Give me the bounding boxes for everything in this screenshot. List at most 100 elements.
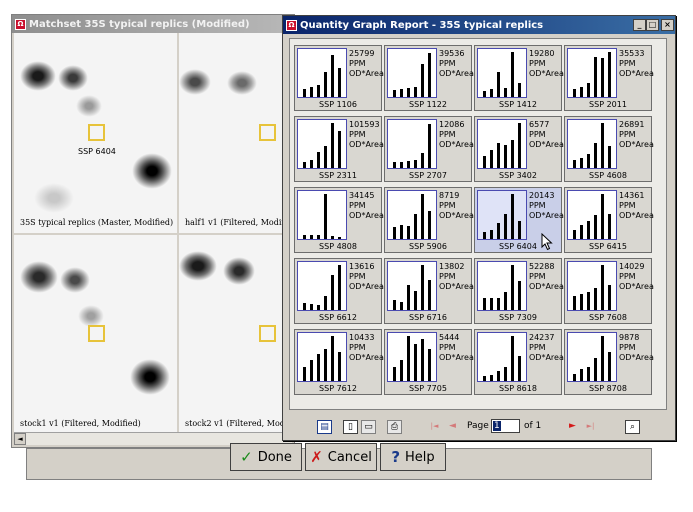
gel-spot [34, 183, 74, 213]
gel-pane-stock2[interactable]: stock2 v1 (Filtered, Modified [179, 235, 295, 433]
graph-cell[interactable]: 5444 PPM OD*Area SSP 7705 [384, 329, 474, 395]
scroll-left-arrow[interactable]: ◄ [14, 433, 26, 445]
graph-bar [490, 150, 493, 168]
graph-bar [393, 227, 396, 239]
graph-cell[interactable]: 9878 PPM OD*Area SSP 8708 [564, 329, 654, 395]
graph-bar [407, 88, 410, 97]
graph-bar [580, 158, 583, 168]
printer-icon[interactable]: ⎙ [387, 420, 402, 434]
unit-ppm: PPM [619, 59, 636, 68]
spot-marker[interactable] [88, 325, 105, 342]
graph-cell[interactable]: 12086 PPM OD*Area SSP 2707 [384, 116, 474, 182]
spot-marker[interactable] [259, 325, 276, 342]
unit-od-area: OD*Area [529, 69, 564, 78]
graph-bar [414, 344, 417, 381]
graph-cell[interactable]: 14361 PPM OD*Area SSP 6415 [564, 187, 654, 253]
spot-name: SSP 1106 [319, 100, 357, 109]
graph-cell[interactable]: 19280 PPM OD*Area SSP 1412 [474, 45, 564, 111]
gel-spot [60, 267, 90, 293]
unit-od-area: OD*Area [349, 140, 384, 149]
graph-bar [414, 214, 417, 239]
graph-bar [587, 83, 590, 97]
graph-cell[interactable]: 13616 PPM OD*Area SSP 6612 [294, 258, 384, 324]
graph-cell[interactable]: 6577 PPM OD*Area SSP 3402 [474, 116, 564, 182]
spot-name: SSP 7612 [319, 384, 357, 393]
gel-pane-master[interactable]: SSP 6404 35S typical replics (Master, Mo… [14, 33, 177, 233]
graph-bar [608, 352, 611, 381]
done-button[interactable]: ✓ Done [230, 443, 302, 471]
unit-ppm: PPM [529, 201, 546, 210]
unit-ppm: PPM [349, 59, 366, 68]
prev-page-icon[interactable]: ◄ [445, 420, 460, 434]
graph-cell[interactable]: 101593 PPM OD*Area SSP 2311 [294, 116, 384, 182]
graph-bar [518, 281, 521, 310]
spot-marker[interactable] [259, 124, 276, 141]
graph-bar [483, 298, 486, 310]
quantity-value: 13802 [439, 262, 465, 271]
cancel-button[interactable]: ✗ Cancel [305, 443, 377, 471]
spot-name: SSP 2707 [409, 171, 447, 180]
spot-name: SSP 8618 [499, 384, 537, 393]
graph-cell[interactable]: 10433 PPM OD*Area SSP 7612 [294, 329, 384, 395]
graph-cell[interactable]: 13802 PPM OD*Area SSP 6716 [384, 258, 474, 324]
graph-bar [428, 124, 431, 168]
graph-bar [511, 140, 514, 168]
export-icon[interactable]: ▭ [361, 420, 376, 434]
graph-cell[interactable]: 14029 PPM OD*Area SSP 7608 [564, 258, 654, 324]
graph-bar [483, 156, 486, 168]
print-preview-icon[interactable]: ▯ [343, 420, 358, 434]
quantity-value: 5444 [439, 333, 460, 342]
report-titlebar[interactable]: Ω Quantity Graph Report - 35S typical re… [283, 16, 675, 34]
quantity-value: 12086 [439, 120, 465, 129]
graph-cell[interactable]: 52288 PPM OD*Area SSP 7309 [474, 258, 564, 324]
minimize-button[interactable]: _ [633, 19, 646, 31]
graph-cell[interactable]: 39536 PPM OD*Area SSP 1122 [384, 45, 474, 111]
graph-bar [601, 336, 604, 381]
graph-bar [421, 339, 424, 381]
unit-od-area: OD*Area [529, 282, 564, 291]
graph-bar [518, 356, 521, 381]
graph-cell[interactable]: 34145 PPM OD*Area SSP 4808 [294, 187, 384, 253]
find-icon[interactable]: ⌕ [625, 420, 640, 434]
first-page-icon[interactable]: |◄ [427, 420, 442, 434]
graph-cell[interactable]: 25799 PPM OD*Area SSP 1106 [294, 45, 384, 111]
graph-bar [587, 292, 590, 310]
graph-cell[interactable]: 24237 PPM OD*Area SSP 8618 [474, 329, 564, 395]
graph-bar [303, 89, 306, 97]
spot-marker[interactable] [88, 124, 105, 141]
next-page-icon[interactable]: ► [565, 420, 580, 434]
graph-bar [601, 123, 604, 168]
cancel-label: Cancel [327, 449, 372, 465]
spot-name: SSP 4608 [589, 171, 627, 180]
page-number-value: 1 [493, 421, 501, 431]
gel-pane-stock1[interactable]: stock1 v1 (Filtered, Modified) [14, 235, 177, 433]
gel-pane-half1[interactable]: half1 v1 (Filtered, Modified) [179, 33, 295, 233]
quantity-value: 8719 [439, 191, 460, 200]
unit-od-area: OD*Area [619, 69, 654, 78]
graph-cell[interactable]: 26891 PPM OD*Area SSP 4608 [564, 116, 654, 182]
close-button[interactable]: × [661, 19, 674, 31]
graph-cell[interactable]: 35533 PPM OD*Area SSP 2011 [564, 45, 654, 111]
graph-bar [400, 225, 403, 239]
graph-bar [310, 160, 313, 168]
bar-graph [477, 261, 527, 311]
unit-od-area: OD*Area [619, 211, 654, 220]
unit-od-area: OD*Area [439, 211, 474, 220]
graph-bar [580, 369, 583, 381]
last-page-icon[interactable]: ►| [583, 420, 598, 434]
help-button[interactable]: ? Help [380, 443, 446, 471]
unit-ppm: PPM [619, 130, 636, 139]
quantity-graph-report-window[interactable]: Ω Quantity Graph Report - 35S typical re… [282, 15, 676, 441]
app-icon: Ω [286, 19, 297, 31]
graph-bar [601, 265, 604, 310]
page-number-input[interactable]: 1 [491, 419, 520, 433]
graph-cell[interactable]: 8719 PPM OD*Area SSP 5906 [384, 187, 474, 253]
matchset-titlebar[interactable]: Ω Matchset 35S typical replics (Modified… [12, 15, 294, 33]
quantity-value: 35533 [619, 49, 645, 58]
unit-ppm: PPM [349, 272, 366, 281]
matchset-window[interactable]: Ω Matchset 35S typical replics (Modified… [11, 14, 295, 448]
graph-bar [511, 265, 514, 310]
maximize-button[interactable]: □ [646, 19, 659, 31]
book-icon[interactable]: ▤ [317, 420, 332, 434]
graph-bar [490, 230, 493, 239]
